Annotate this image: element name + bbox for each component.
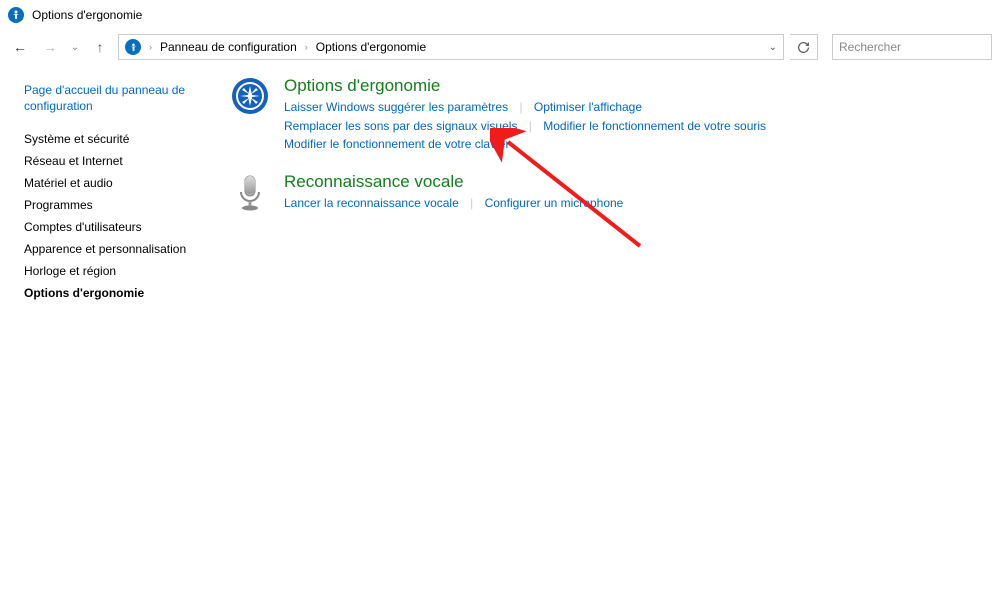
- sidebar-item-hardware[interactable]: Matériel et audio: [24, 172, 200, 194]
- address-bar[interactable]: › Panneau de configuration › Options d'e…: [118, 34, 784, 60]
- ease-of-access-center-icon: [230, 76, 270, 116]
- nav-up-button[interactable]: ↑: [88, 35, 112, 59]
- link-change-keyboard[interactable]: Modifier le fonctionnement de votre clav…: [284, 137, 509, 151]
- sidebar-item-system[interactable]: Système et sécurité: [24, 128, 200, 150]
- chevron-right-icon[interactable]: ›: [149, 42, 152, 52]
- sidebar-item-ease-of-access[interactable]: Options d'ergonomie: [24, 282, 200, 304]
- link-change-mouse[interactable]: Modifier le fonctionnement de votre sour…: [543, 119, 766, 133]
- sidebar-item-network[interactable]: Réseau et Internet: [24, 150, 200, 172]
- link-setup-microphone[interactable]: Configurer un microphone: [485, 196, 624, 210]
- nav-forward-button: →: [38, 35, 62, 59]
- breadcrumb-item-control-panel[interactable]: Panneau de configuration: [160, 40, 297, 54]
- link-start-speech[interactable]: Lancer la reconnaissance vocale: [284, 196, 459, 210]
- sidebar-item-clock[interactable]: Horloge et région: [24, 260, 200, 282]
- link-suggest-settings[interactable]: Laisser Windows suggérer les paramètres: [284, 100, 508, 114]
- sidebar-item-programs[interactable]: Programmes: [24, 194, 200, 216]
- breadcrumb-item-ease-of-access[interactable]: Options d'ergonomie: [316, 40, 426, 54]
- sidebar-home-link[interactable]: Page d'accueil du panneau de configurati…: [24, 82, 194, 114]
- divider: |: [519, 100, 522, 114]
- divider: |: [529, 119, 532, 133]
- sidebar-item-accounts[interactable]: Comptes d'utilisateurs: [24, 216, 200, 238]
- window-title: Options d'ergonomie: [32, 8, 142, 22]
- link-optimize-display[interactable]: Optimiser l'affichage: [534, 100, 642, 114]
- ease-of-access-icon: [8, 7, 24, 23]
- speech-recognition-icon: [230, 172, 270, 212]
- address-dropdown-icon[interactable]: ⌄: [769, 42, 777, 53]
- ease-of-access-icon: [125, 39, 141, 55]
- search-input[interactable]: [839, 40, 985, 54]
- sidebar-item-appearance[interactable]: Apparence et personnalisation: [24, 238, 200, 260]
- divider: |: [470, 196, 473, 210]
- chevron-right-icon[interactable]: ›: [305, 42, 308, 52]
- search-box[interactable]: [832, 34, 992, 60]
- link-visual-signals[interactable]: Remplacer les sons par des signaux visue…: [284, 119, 517, 133]
- nav-history-chevron-icon[interactable]: ⌄: [68, 35, 82, 59]
- refresh-button[interactable]: [790, 34, 818, 60]
- nav-back-button[interactable]: ←: [8, 35, 32, 59]
- category-speech-title[interactable]: Reconnaissance vocale: [284, 172, 980, 192]
- category-ease-of-access-title[interactable]: Options d'ergonomie: [284, 76, 980, 96]
